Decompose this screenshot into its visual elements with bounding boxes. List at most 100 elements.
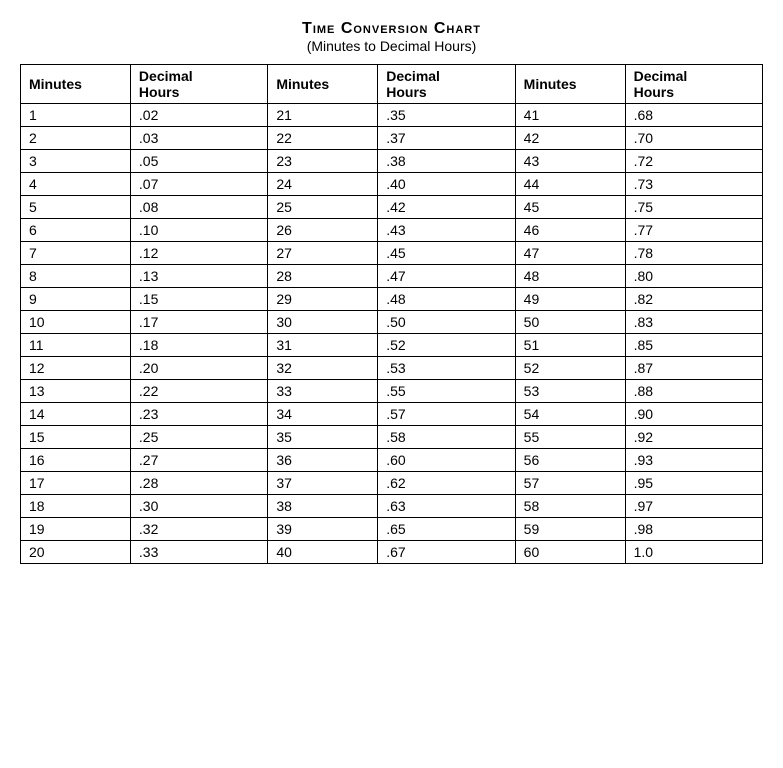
cell-min1-10: 10 [21,311,131,334]
cell-min1-7: 7 [21,242,131,265]
cell-dec2-13: .55 [378,380,515,403]
cell-dec1-15: .25 [130,426,267,449]
cell-dec1-19: .32 [130,518,267,541]
cell-min3-1: 41 [515,104,625,127]
table-row: 8.1328.4748.80 [21,265,763,288]
cell-min1-19: 19 [21,518,131,541]
cell-min3-14: 54 [515,403,625,426]
cell-min3-2: 42 [515,127,625,150]
cell-dec1-1: .02 [130,104,267,127]
cell-min2-20: 40 [268,541,378,564]
cell-min3-11: 51 [515,334,625,357]
table-row: 6.1026.4346.77 [21,219,763,242]
cell-min3-3: 43 [515,150,625,173]
cell-min2-14: 34 [268,403,378,426]
cell-min3-6: 46 [515,219,625,242]
cell-dec2-1: .35 [378,104,515,127]
table-row: 4.0724.4044.73 [21,173,763,196]
cell-min1-12: 12 [21,357,131,380]
cell-dec2-18: .63 [378,495,515,518]
cell-dec1-20: .33 [130,541,267,564]
header-minutes-3: Minutes [515,65,625,104]
cell-min3-12: 52 [515,357,625,380]
cell-dec1-12: .20 [130,357,267,380]
table-row: 16.2736.6056.93 [21,449,763,472]
cell-min1-14: 14 [21,403,131,426]
cell-min2-12: 32 [268,357,378,380]
cell-dec3-10: .83 [625,311,762,334]
header-decimal-1: DecimalHours [130,65,267,104]
cell-dec1-2: .03 [130,127,267,150]
cell-dec2-5: .42 [378,196,515,219]
cell-min1-2: 2 [21,127,131,150]
cell-dec2-7: .45 [378,242,515,265]
cell-min1-8: 8 [21,265,131,288]
cell-dec2-14: .57 [378,403,515,426]
cell-dec2-2: .37 [378,127,515,150]
cell-min3-19: 59 [515,518,625,541]
cell-min3-20: 60 [515,541,625,564]
cell-min3-5: 45 [515,196,625,219]
cell-min2-11: 31 [268,334,378,357]
cell-min3-8: 48 [515,265,625,288]
cell-min2-10: 30 [268,311,378,334]
cell-dec3-20: 1.0 [625,541,762,564]
table-row: 7.1227.4547.78 [21,242,763,265]
cell-dec1-5: .08 [130,196,267,219]
cell-dec3-19: .98 [625,518,762,541]
cell-dec1-14: .23 [130,403,267,426]
table-row: 1.0221.3541.68 [21,104,763,127]
cell-dec3-6: .77 [625,219,762,242]
cell-min1-1: 1 [21,104,131,127]
cell-dec2-17: .62 [378,472,515,495]
cell-min2-4: 24 [268,173,378,196]
cell-dec3-13: .88 [625,380,762,403]
cell-dec1-9: .15 [130,288,267,311]
cell-min3-13: 53 [515,380,625,403]
cell-dec1-17: .28 [130,472,267,495]
cell-min2-13: 33 [268,380,378,403]
cell-min2-7: 27 [268,242,378,265]
cell-min2-2: 22 [268,127,378,150]
cell-min1-3: 3 [21,150,131,173]
cell-min1-9: 9 [21,288,131,311]
chart-title-main: Time Conversion Chart [20,20,763,38]
cell-min2-9: 29 [268,288,378,311]
cell-dec3-12: .87 [625,357,762,380]
cell-min1-20: 20 [21,541,131,564]
header-decimal-2: DecimalHours [378,65,515,104]
cell-min3-18: 58 [515,495,625,518]
cell-dec1-4: .07 [130,173,267,196]
cell-min3-17: 57 [515,472,625,495]
cell-dec1-10: .17 [130,311,267,334]
page-container: Time Conversion Chart (Minutes to Decima… [20,20,763,564]
cell-min2-1: 21 [268,104,378,127]
cell-min1-11: 11 [21,334,131,357]
table-row: 10.1730.5050.83 [21,311,763,334]
cell-dec2-16: .60 [378,449,515,472]
table-row: 17.2837.6257.95 [21,472,763,495]
cell-min3-7: 47 [515,242,625,265]
cell-dec2-9: .48 [378,288,515,311]
cell-dec2-19: .65 [378,518,515,541]
table-row: 2.0322.3742.70 [21,127,763,150]
cell-min2-5: 25 [268,196,378,219]
cell-dec2-12: .53 [378,357,515,380]
cell-min3-10: 50 [515,311,625,334]
cell-dec1-7: .12 [130,242,267,265]
cell-dec2-15: .58 [378,426,515,449]
cell-dec1-6: .10 [130,219,267,242]
header-decimal-3: DecimalHours [625,65,762,104]
cell-min1-4: 4 [21,173,131,196]
table-row: 15.2535.5855.92 [21,426,763,449]
cell-min2-19: 39 [268,518,378,541]
chart-title: Time Conversion Chart (Minutes to Decima… [20,20,763,54]
cell-dec3-16: .93 [625,449,762,472]
cell-dec1-13: .22 [130,380,267,403]
table-row: 5.0825.4245.75 [21,196,763,219]
cell-dec2-6: .43 [378,219,515,242]
cell-dec1-3: .05 [130,150,267,173]
cell-min3-16: 56 [515,449,625,472]
cell-min1-16: 16 [21,449,131,472]
cell-dec3-7: .78 [625,242,762,265]
